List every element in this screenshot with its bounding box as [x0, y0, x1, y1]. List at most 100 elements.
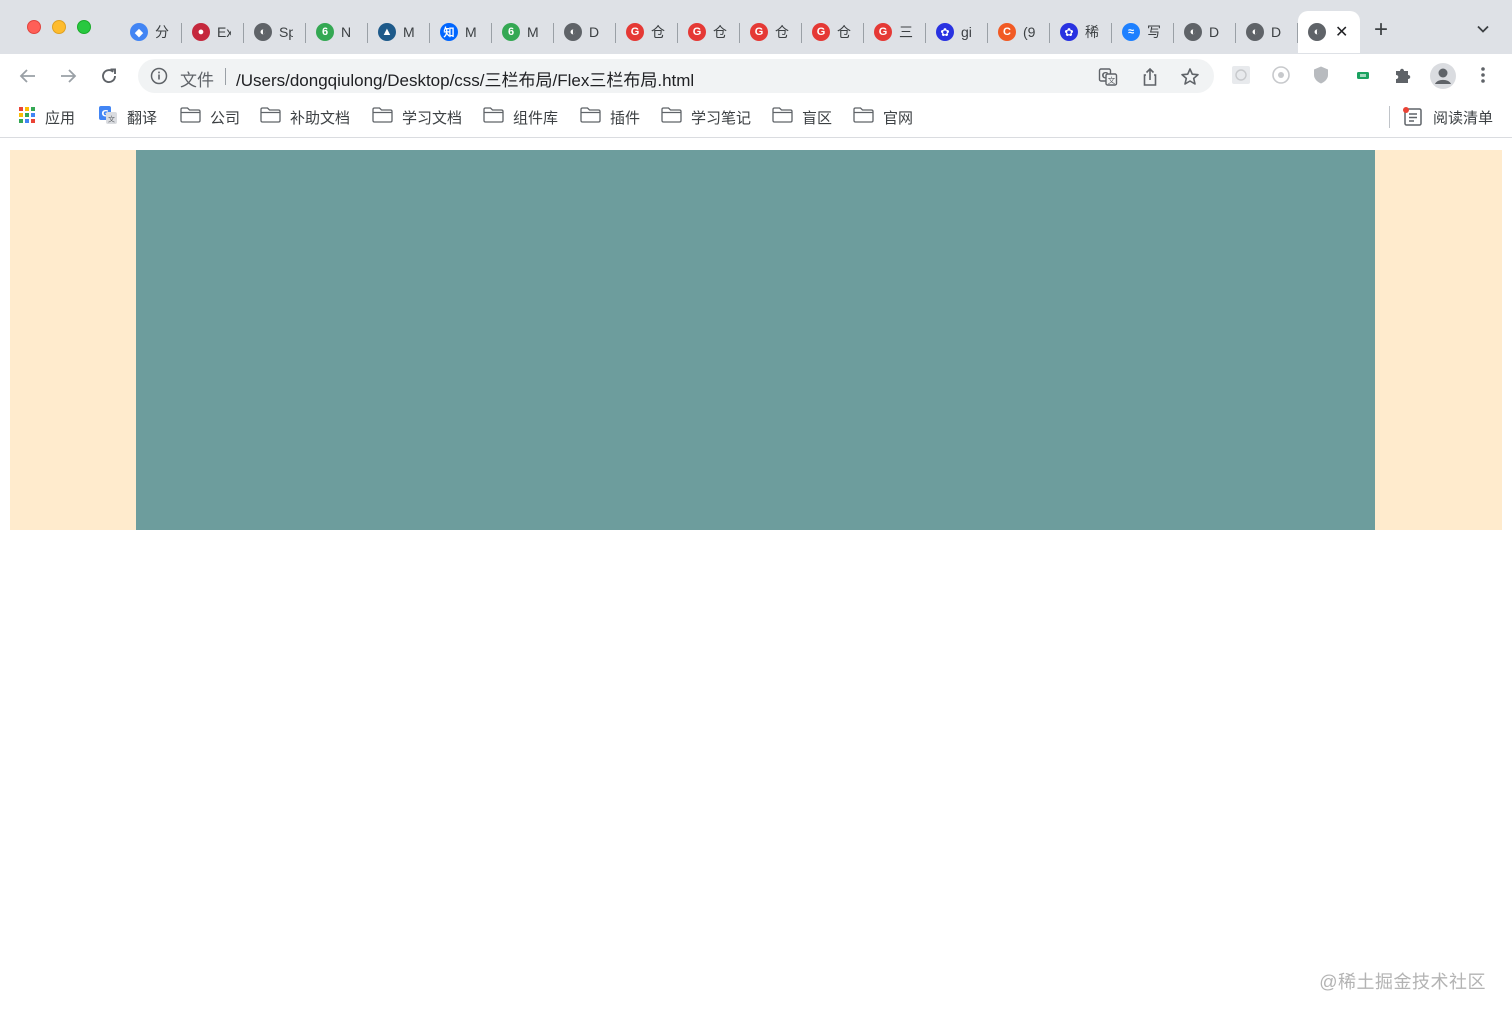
browser-tab[interactable]: 6N	[306, 11, 368, 53]
url-divider	[225, 68, 226, 85]
bookmark-label: 盲区	[802, 109, 833, 127]
translate-page-icon[interactable]: G 文	[1098, 67, 1118, 87]
folder-icon	[260, 107, 281, 127]
browser-tab[interactable]: 知M	[430, 11, 492, 53]
page-viewport: @稀土掘金技术社区	[0, 139, 1512, 1020]
bookmark-item[interactable]: 盲区	[772, 106, 832, 128]
tab-title: 写	[1147, 24, 1161, 40]
bookmark-label: 插件	[610, 109, 641, 127]
translate-icon: G文	[98, 105, 118, 129]
bookmark-item[interactable]: 学习笔记	[661, 106, 751, 128]
six-icon: 6	[502, 23, 520, 41]
reading-list-button[interactable]: 阅读清单	[1402, 106, 1493, 128]
close-tab-button[interactable]: ✕	[1335, 22, 1348, 42]
arrow-left-icon	[19, 69, 35, 83]
browser-tab[interactable]: ◐ D	[1174, 11, 1236, 53]
tab-title: Ex	[217, 24, 231, 40]
bookmark-label: 翻译	[127, 109, 158, 127]
tab-title: Sp	[279, 24, 293, 40]
tab-title: 三	[899, 24, 913, 40]
globe-icon: ◐	[254, 23, 272, 41]
bookmark-item[interactable]: 学习文档	[372, 106, 462, 128]
close-window-button[interactable]	[27, 20, 41, 34]
globe-icon: ◐	[564, 23, 582, 41]
tab-search-chevron-icon[interactable]	[1476, 22, 1490, 36]
browser-tab[interactable]: ● Ex	[182, 11, 244, 53]
globe-icon: ◐	[1308, 23, 1326, 41]
browser-tab[interactable]: G仓	[740, 11, 802, 53]
extension-target-icon[interactable]	[1270, 64, 1292, 86]
active-browser-tab[interactable]: ◐ ✕	[1298, 11, 1360, 53]
tab-title: 仓	[837, 24, 851, 40]
extensions-puzzle-icon[interactable]	[1392, 64, 1414, 86]
bookmark-item[interactable]: 公司	[180, 106, 240, 128]
bookmark-item[interactable]: 组件库	[483, 106, 558, 128]
browser-tab[interactable]: C (9	[988, 11, 1050, 53]
g-icon: G	[750, 23, 768, 41]
left-column	[10, 150, 136, 530]
browser-tab[interactable]: ≈ 写	[1112, 11, 1174, 53]
bookmarks-bar: 阅读清单 应用 G 文翻译 公司 补助文档 学习文档 组件库 插件 学习笔记 盲区 官网	[0, 98, 1512, 138]
new-tab-button[interactable]: +	[1374, 18, 1388, 42]
extension-grid-icon[interactable]	[1230, 64, 1252, 86]
browser-tab[interactable]: G三	[864, 11, 926, 53]
url-text[interactable]: /Users/dongqiulong/Desktop/css/三栏布局/Flex…	[236, 66, 694, 91]
bookmark-item[interactable]: 官网	[853, 106, 913, 128]
extension-shield-icon[interactable]	[1310, 64, 1332, 86]
folder-icon	[180, 107, 201, 127]
zhihu-icon: 知	[440, 23, 458, 41]
watermark: @稀土掘金技术社区	[1319, 972, 1486, 992]
bookmark-item[interactable]: G 文翻译	[98, 106, 157, 128]
share-icon[interactable]	[1140, 67, 1160, 87]
address-bar[interactable]: 文件 /Users/dongqiulong/Desktop/css/三栏布局/F…	[138, 59, 1214, 93]
browser-tab[interactable]: ✿ 稀	[1050, 11, 1112, 53]
extension-flag-icon[interactable]	[1352, 64, 1374, 86]
browser-tab[interactable]: ▲ M	[368, 11, 430, 53]
bookmark-item[interactable]: 应用	[18, 106, 75, 128]
profile-avatar-icon[interactable]	[1430, 63, 1456, 89]
flex-container	[10, 150, 1502, 530]
browser-tab[interactable]: 6M	[492, 11, 554, 53]
svg-text:文: 文	[1108, 75, 1116, 85]
browser-tab[interactable]: G仓	[802, 11, 864, 53]
browser-tab[interactable]: ✿ gi	[926, 11, 988, 53]
g-icon: G	[874, 23, 892, 41]
folder-icon	[483, 107, 504, 127]
browser-tab[interactable]: G仓	[678, 11, 740, 53]
browser-tab[interactable]: ◐ D	[1236, 11, 1298, 53]
info-icon[interactable]	[150, 67, 168, 85]
browser-tab[interactable]: ◆ 分	[120, 11, 182, 53]
tab-title: M	[527, 24, 539, 40]
six-icon: 6	[316, 23, 334, 41]
minimize-window-button[interactable]	[52, 20, 66, 34]
browser-tab[interactable]: G仓	[616, 11, 678, 53]
bookmark-label: 公司	[210, 109, 241, 127]
tab-title: gi	[961, 24, 972, 40]
tab-title: 仓	[775, 24, 789, 40]
tab-title: D	[1271, 24, 1282, 40]
svg-text:文: 文	[108, 115, 115, 124]
g-icon: G	[688, 23, 706, 41]
zoom-window-button[interactable]	[77, 20, 91, 34]
forward-button[interactable]	[56, 64, 80, 88]
right-column	[1375, 150, 1502, 530]
bookmark-star-icon[interactable]	[1180, 67, 1200, 87]
bookmark-item[interactable]: 补助文档	[260, 106, 350, 128]
folder-icon	[772, 107, 793, 127]
back-button[interactable]	[16, 64, 40, 88]
folder-icon	[580, 107, 601, 127]
reload-icon	[102, 68, 116, 84]
browser-tab[interactable]: ◐ Sp	[244, 11, 306, 53]
red-circle-icon: ●	[192, 23, 210, 41]
bookmark-label: 官网	[883, 109, 914, 127]
g-icon: G	[626, 23, 644, 41]
tab-title: D	[1209, 24, 1220, 40]
browser-menu-icon[interactable]	[1473, 64, 1493, 86]
reload-button[interactable]	[97, 64, 121, 88]
reading-list-label: 阅读清单	[1433, 109, 1494, 127]
bookmark-item[interactable]: 插件	[580, 106, 640, 128]
apps-grid-icon	[18, 106, 36, 128]
browser-tab[interactable]: ◐ D	[554, 11, 616, 53]
diamond-icon: ◆	[130, 23, 148, 41]
juejin-icon: ≈	[1122, 23, 1140, 41]
